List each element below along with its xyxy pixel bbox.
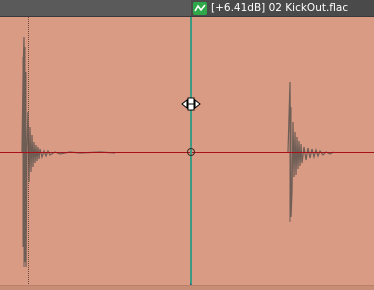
volume-envelope-handle[interactable] <box>187 148 195 156</box>
clip-header[interactable]: [+6.41dB] 02 KickOut.flac <box>191 0 374 16</box>
clip-title: [+6.41dB] 02 KickOut.flac <box>211 2 349 14</box>
move-cursor-icon <box>181 96 201 112</box>
clip-bottom-edge <box>0 285 374 290</box>
loop-marker-line <box>28 17 29 290</box>
envelope-icon[interactable] <box>193 1 207 15</box>
